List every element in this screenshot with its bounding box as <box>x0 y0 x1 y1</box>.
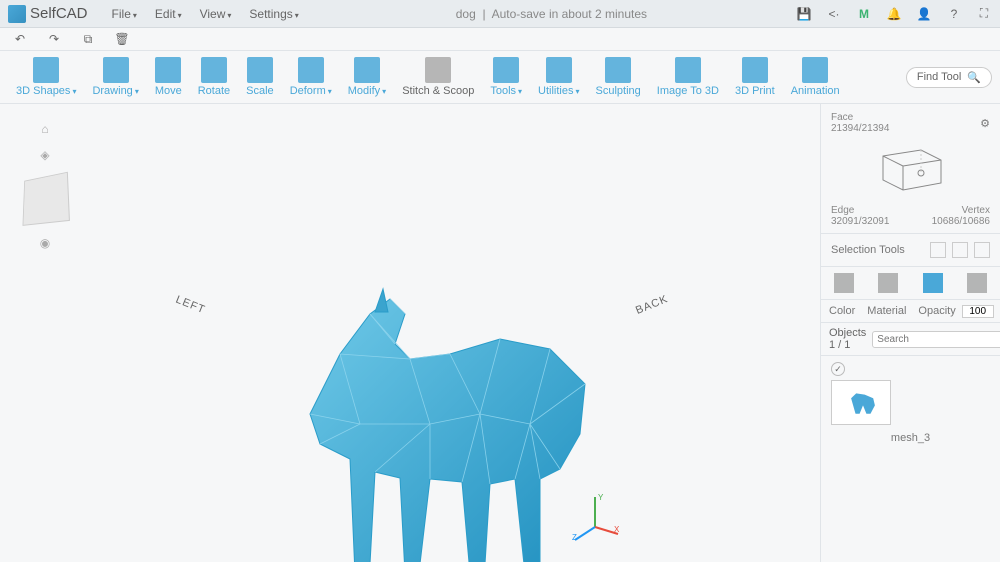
home-icon[interactable]: ⌂ <box>41 122 48 136</box>
app-logo[interactable]: SelfCAD <box>8 5 88 23</box>
help-icon[interactable]: ? <box>946 6 962 22</box>
face-value: 21394/21394 <box>831 123 889 134</box>
material-label: Material <box>867 305 906 317</box>
search-icon: 🔍 <box>967 71 981 84</box>
orientation-back-label: BACK <box>634 293 670 317</box>
document-title: dog | Auto-save in about 2 minutes <box>307 7 796 21</box>
objects-search[interactable] <box>872 331 1000 348</box>
trash-icon[interactable]: 🗑 <box>114 31 130 47</box>
logo-cube-icon <box>8 5 26 23</box>
axis-x-label: X <box>614 525 620 534</box>
view-mode-shaded[interactable] <box>878 273 898 293</box>
brand-text: SelfCAD <box>30 5 88 22</box>
tool-deform[interactable]: Deform▾ <box>282 55 340 99</box>
edge-value: 32091/32091 <box>831 216 889 227</box>
main-area: ⌂ ◈ ◉ LEFT BACK <box>0 104 1000 562</box>
nav-cube-cluster: ⌂ ◈ ◉ <box>20 122 70 250</box>
objects-list: ✓ mesh_3 <box>821 356 1000 450</box>
user-icon[interactable]: 👤 <box>916 6 932 22</box>
opacity-label: Opacity <box>918 305 955 317</box>
tool-3d-shapes[interactable]: 3D Shapes▾ <box>8 55 84 99</box>
view-mode-solid[interactable] <box>834 273 854 293</box>
bell-icon[interactable]: 🔔 <box>886 6 902 22</box>
copy-icon[interactable]: ⧉ <box>80 31 96 47</box>
objects-header: Objects 1 / 1 <box>829 327 866 351</box>
tool-sculpting[interactable]: Sculpting <box>588 55 649 99</box>
tool-image-to-3d[interactable]: Image To 3D <box>649 55 727 99</box>
tool-3d-print[interactable]: 3D Print <box>727 55 783 99</box>
menu-settings[interactable]: Settings▾ <box>241 3 306 25</box>
opacity-input[interactable] <box>962 305 994 318</box>
tool-scale[interactable]: Scale <box>238 55 282 99</box>
right-sidebar: Face 21394/21394 ⚙ Edge 32091/32091 Vert… <box>820 104 1000 562</box>
m-badge-icon[interactable]: M <box>856 6 872 22</box>
settings-gear-icon[interactable]: ⚙ <box>980 117 990 130</box>
redo-icon[interactable]: ↷ <box>46 31 62 47</box>
save-icon[interactable]: 💾 <box>796 6 812 22</box>
object-name: mesh_3 <box>831 432 990 444</box>
tool-drawing[interactable]: Drawing▾ <box>84 55 146 99</box>
view-mode-points[interactable] <box>967 273 987 293</box>
sel-mode-3[interactable] <box>974 242 990 258</box>
tool-stitch[interactable]: Stitch & Scoop <box>394 55 482 99</box>
sel-mode-1[interactable] <box>930 242 946 258</box>
orientation-left-label: LEFT <box>174 294 207 317</box>
vertex-value: 10686/10686 <box>932 216 990 227</box>
wireframe-cube-icon <box>871 138 951 193</box>
undo-icon[interactable]: ↶ <box>12 31 28 47</box>
tool-rotate[interactable]: Rotate <box>190 55 238 99</box>
axis-y-label: Y <box>598 493 604 502</box>
vertex-label: Vertex <box>932 205 990 216</box>
tool-modify[interactable]: Modify▾ <box>340 55 394 99</box>
target-icon[interactable]: ◉ <box>40 236 50 250</box>
axis-gizmo[interactable]: Y X Z <box>570 492 620 542</box>
menu-buttons: File▾ Edit▾ View▾ Settings▾ <box>104 3 307 25</box>
tool-move[interactable]: Move <box>147 55 190 99</box>
nav-cube[interactable] <box>22 172 69 226</box>
face-label: Face <box>831 112 889 123</box>
edge-label: Edge <box>831 205 889 216</box>
selection-tools-label: Selection Tools <box>831 244 905 256</box>
menu-edit[interactable]: Edit▾ <box>147 3 190 25</box>
tool-animation[interactable]: Animation <box>783 55 848 99</box>
tool-utilities[interactable]: Utilities▾ <box>530 55 587 99</box>
fullscreen-icon[interactable]: ⛶ <box>976 6 992 22</box>
find-tool-label: Find Tool <box>917 71 961 83</box>
find-tool-button[interactable]: Find Tool 🔍 <box>906 67 992 88</box>
history-bar: ↶ ↷ ⧉ 🗑 <box>0 28 1000 50</box>
top-menu-bar: SelfCAD File▾ Edit▾ View▾ Settings▾ dog … <box>0 0 1000 28</box>
color-label: Color <box>829 305 855 317</box>
menu-file[interactable]: File▾ <box>104 3 145 25</box>
top-icons: 💾 <· M 🔔 👤 ? ⛶ <box>796 6 992 22</box>
3d-viewport[interactable]: ⌂ ◈ ◉ LEFT BACK <box>0 104 820 562</box>
tool-tools[interactable]: Tools▾ <box>482 55 530 99</box>
main-toolbar: 3D Shapes▾ Drawing▾ Move Rotate Scale De… <box>0 50 1000 104</box>
view-mode-wire[interactable] <box>923 273 943 293</box>
light-icon[interactable]: ◈ <box>40 148 49 162</box>
share-icon[interactable]: <· <box>826 6 842 22</box>
axis-z-label: Z <box>572 533 577 542</box>
sel-mode-2[interactable] <box>952 242 968 258</box>
object-selected-check[interactable]: ✓ <box>831 362 845 376</box>
menu-view[interactable]: View▾ <box>192 3 240 25</box>
object-thumbnail[interactable] <box>831 380 891 425</box>
